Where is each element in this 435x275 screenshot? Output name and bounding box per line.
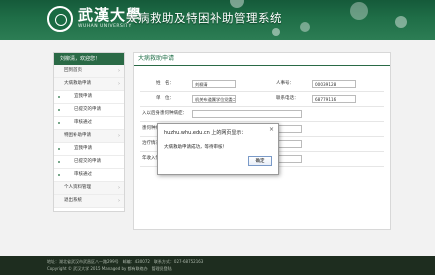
- phone-field[interactable]: 68779116: [312, 95, 356, 103]
- blossom-decoration: [395, 16, 407, 28]
- sidebar-item-label: 已提交的申请: [74, 107, 101, 112]
- id-field[interactable]: 00039128: [312, 80, 356, 88]
- illness-label: 入以后身患何种病症：: [142, 111, 187, 116]
- form-row: 单 位： 机关布道属学位党委二支 联系电话： 68779116: [140, 92, 384, 107]
- sidebar-item-label: 特困补助申请: [64, 133, 91, 138]
- blossom-decoration: [272, 28, 280, 36]
- chevron-right-icon: ›: [118, 198, 120, 204]
- form-row: 入以后身患何种病症：: [140, 107, 384, 122]
- chevron-right-icon: ›: [118, 133, 120, 139]
- sidebar-item-label: 审核通过: [74, 120, 92, 125]
- bullet-icon: [58, 109, 60, 111]
- unit-field[interactable]: 机关布道属学位党委二支: [192, 95, 236, 103]
- sidebar-item[interactable]: 回到首页 ›: [54, 65, 124, 78]
- ok-button[interactable]: 确定: [248, 156, 272, 166]
- sidebar-item-label: 退出系统: [64, 198, 82, 203]
- chevron-right-icon: ›: [118, 68, 120, 74]
- sidebar-item-label: 大病救助申请: [64, 81, 91, 86]
- blossom-decoration: [300, 22, 310, 32]
- alert-dialog: huzhu.whu.edu.cn 上的网页显示： × 大病救助申请成功，等待审核…: [157, 123, 279, 175]
- sidebar-item-label: 个人资料管理: [64, 185, 91, 190]
- site-header: 武漢大學 WUHAN UNIVERSITY 大病救助及特困补助管理系统: [0, 0, 435, 40]
- name-label: 姓 名：: [156, 81, 174, 86]
- phone-label: 联系电话：: [276, 96, 299, 101]
- blossom-decoration: [350, 2, 368, 20]
- footer-copyright: Copyright © 武汉大学 2015 Managed by 都有联络办 管…: [47, 266, 172, 271]
- site-footer: 地址：湖北省武汉市武昌区八一路299号 邮编：430072 联系方式：027-6…: [0, 256, 435, 275]
- unit-label: 单 位：: [156, 96, 174, 101]
- blossom-decoration: [230, 0, 244, 8]
- sidebar-item[interactable]: 特困补助申请 ›: [54, 130, 124, 143]
- bullet-icon: [58, 96, 60, 98]
- sidebar-item[interactable]: 宜我申请: [54, 91, 124, 104]
- close-icon[interactable]: ×: [269, 126, 274, 133]
- bullet-icon: [58, 148, 60, 150]
- bullet-icon: [58, 161, 60, 163]
- sidebar-item[interactable]: 审核通过: [54, 117, 124, 130]
- sidebar-item[interactable]: 已提交的申请: [54, 104, 124, 117]
- dialog-message: 大病救助申请成功，等待审核！: [164, 145, 227, 150]
- bullet-icon: [58, 122, 60, 124]
- chevron-right-icon: ›: [118, 81, 120, 87]
- sidebar-item[interactable]: 宜我申请: [54, 143, 124, 156]
- sidebar-item[interactable]: 个人资料管理 ›: [54, 182, 124, 195]
- dialog-title: huzhu.whu.edu.cn 上的网页显示：: [164, 130, 247, 136]
- system-title: 大病救助及特困补助管理系统: [126, 11, 282, 25]
- id-label: 人事号：: [276, 81, 294, 86]
- sidebar-item-label: 回到首页: [64, 68, 82, 73]
- sidebar-item-label: 审核通过: [74, 172, 92, 177]
- sidebar-item-label: 已提交的申请: [74, 159, 101, 164]
- name-field[interactable]: 刘柳清: [192, 80, 236, 88]
- sidebar-item-label: 宜我申请: [74, 146, 92, 151]
- sidebar: 刘柳清，欢迎您！ 回到首页 › 大病救助申请 › 宜我申请 已提交的申请 审核通过 特困补助申…: [53, 52, 125, 212]
- sidebar-item-label: 宜我申请: [74, 94, 92, 99]
- sidebar-item[interactable]: 审核通过: [54, 169, 124, 182]
- sidebar-menu: 回到首页 › 大病救助申请 › 宜我申请 已提交的申请 审核通过 特困补助申请 › 宜我申请 已提交…: [54, 65, 124, 208]
- university-name-en: WUHAN UNIVERSITY: [78, 24, 132, 29]
- bullet-icon: [58, 174, 60, 176]
- sidebar-item[interactable]: 退出系统 ›: [54, 195, 124, 208]
- chevron-right-icon: ›: [118, 185, 120, 191]
- page-title: 大病救助申请: [134, 53, 390, 66]
- form-row: 姓 名： 刘柳清 人事号： 00039128: [140, 77, 384, 92]
- university-seal-icon: [47, 6, 73, 32]
- welcome-banner: 刘柳清，欢迎您！: [54, 53, 124, 65]
- illness-field[interactable]: [192, 110, 302, 118]
- sidebar-item[interactable]: 大病救助申请 ›: [54, 78, 124, 91]
- footer-address: 地址：湖北省武汉市武昌区八一路299号 邮编：430072 联系方式：027-6…: [47, 259, 204, 264]
- sidebar-item[interactable]: 已提交的申请: [54, 156, 124, 169]
